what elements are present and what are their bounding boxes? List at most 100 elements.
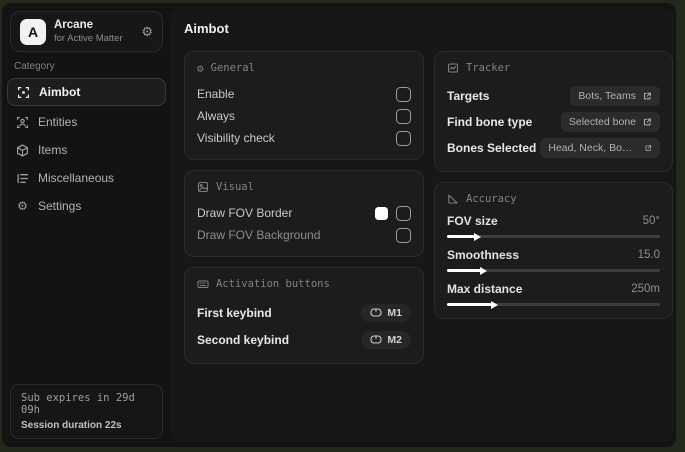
cube-icon <box>16 143 29 157</box>
list-icon <box>16 172 29 185</box>
brand-subtitle: for Active Matter <box>54 32 123 44</box>
main-panel: Aimbot ⚙ General Enable Always Visibilit… <box>171 8 674 442</box>
draw-fov-background-checkbox[interactable] <box>396 227 411 243</box>
activation-card-title: Activation buttons <box>216 278 330 290</box>
sidebar-item-label: Items <box>38 143 68 157</box>
expand-icon <box>644 92 651 100</box>
sub-expires-text: Sub expires in 29d 09h <box>21 392 135 416</box>
category-label: Category <box>14 61 55 72</box>
keybind-value: M1 <box>387 306 402 319</box>
accuracy-card-title: Accuracy <box>466 193 517 205</box>
sidebar-nav: Aimbot Entities Items Miscellaneous ⚙ Se… <box>2 78 171 220</box>
sidebar-item-settings[interactable]: ⚙ Settings <box>2 192 171 220</box>
max-distance-slider[interactable] <box>447 300 660 309</box>
general-gear-icon: ⚙ <box>197 61 204 75</box>
tracker-card-header: Tracker <box>447 62 660 74</box>
general-card: ⚙ General Enable Always Visibility check <box>184 51 424 160</box>
find-bone-type-dropdown[interactable]: Selected bone <box>560 112 660 132</box>
setting-label: Bones Selected <box>447 141 537 155</box>
setting-row-find-bone-type: Find bone type Selected bone <box>447 109 660 135</box>
subscription-card: Sub expires in 29d 09h Session duration … <box>10 384 163 439</box>
image-icon <box>197 181 209 193</box>
slider-label: Smoothness <box>447 248 520 262</box>
setting-row-targets: Targets Bots, Teams <box>447 83 660 109</box>
setting-label: Draw FOV Border <box>197 206 293 220</box>
slider-label: Max distance <box>447 282 523 296</box>
setting-row-draw-fov-border: Draw FOV Border <box>197 202 411 224</box>
setting-row-first-keybind: First keybind M1 <box>197 299 411 326</box>
brand-card: A Arcane for Active Matter ⚙ <box>10 11 163 52</box>
slider-thumb[interactable] <box>480 266 488 275</box>
slider-label: FOV size <box>447 214 498 228</box>
enable-checkbox[interactable] <box>396 86 411 102</box>
setting-label: Enable <box>197 87 235 101</box>
setting-row-enable: Enable <box>197 83 411 105</box>
smoothness-slider-group: Smoothness 15.0 <box>447 248 660 275</box>
slider-thumb[interactable] <box>490 300 498 309</box>
always-checkbox[interactable] <box>396 108 411 124</box>
visual-card-title: Visual <box>216 181 254 193</box>
brand-logo: A <box>20 18 46 45</box>
settings-gear-icon[interactable]: ⚙ <box>141 24 153 40</box>
fov-size-slider[interactable] <box>447 232 660 241</box>
activation-card: Activation buttons First keybind M1 Seco… <box>184 267 424 364</box>
slider-thumb[interactable] <box>473 232 481 241</box>
session-duration-text: Session duration 22s <box>21 420 122 431</box>
sidebar-item-label: Settings <box>38 199 82 213</box>
max-distance-slider-group: Max distance 250m <box>447 282 660 309</box>
expand-icon <box>644 118 651 126</box>
dropdown-value: Selected bone <box>568 116 636 128</box>
draw-fov-border-checkbox[interactable] <box>396 205 411 221</box>
crosshair-scan-icon <box>17 86 30 99</box>
tracker-card: Tracker Targets Bots, Teams Find bone ty… <box>434 51 673 172</box>
app-window: A Arcane for Active Matter ⚙ Category Ai… <box>2 3 676 447</box>
sidebar-item-label: Aimbot <box>39 85 81 99</box>
fov-size-slider-group: FOV size 50° <box>447 214 660 241</box>
sidebar-item-items[interactable]: Items <box>2 136 171 164</box>
setting-row-second-keybind: Second keybind M2 <box>197 326 411 353</box>
accuracy-card-header: Accuracy <box>447 193 660 205</box>
visibility-check-checkbox[interactable] <box>396 130 411 146</box>
dropdown-value: Bots, Teams <box>578 90 636 102</box>
setting-label: Always <box>197 109 236 123</box>
dropdown-value: Head, Neck, Body, Pe... <box>548 142 638 154</box>
fov-border-color-swatch[interactable] <box>375 206 388 220</box>
gear-icon: ⚙ <box>17 199 28 213</box>
content-columns: ⚙ General Enable Always Visibility check… <box>184 51 674 364</box>
sidebar-item-aimbot[interactable]: Aimbot <box>7 78 166 106</box>
setting-label: Second keybind <box>197 332 290 347</box>
expand-icon <box>645 145 652 151</box>
brand-name: Arcane <box>54 18 93 31</box>
slider-value: 250m <box>631 283 660 295</box>
general-card-title: General <box>210 62 255 74</box>
sidebar-item-miscellaneous[interactable]: Miscellaneous <box>2 164 171 192</box>
setting-label: Draw FOV Background <box>197 228 321 242</box>
accuracy-card: Accuracy FOV size 50° Smoothness 15.0 Ma… <box>434 182 673 319</box>
smoothness-slider[interactable] <box>447 266 660 275</box>
setting-row-bones-selected: Bones Selected Head, Neck, Body, Pe... <box>447 135 660 161</box>
bones-selected-dropdown[interactable]: Head, Neck, Body, Pe... <box>540 138 660 158</box>
general-card-header: ⚙ General <box>197 62 411 74</box>
sidebar-item-label: Entities <box>38 115 78 129</box>
brand-text: Arcane for Active Matter <box>54 19 123 44</box>
angle-icon <box>448 194 458 204</box>
first-keybind-button[interactable]: M1 <box>361 303 411 322</box>
targets-dropdown[interactable]: Bots, Teams <box>570 86 660 106</box>
slider-value: 15.0 <box>637 249 660 261</box>
mouse-icon <box>370 335 382 344</box>
keyboard-icon <box>197 280 209 289</box>
setting-label: First keybind <box>197 305 272 320</box>
sidebar-item-entities[interactable]: Entities <box>2 108 171 136</box>
activation-card-header: Activation buttons <box>197 278 411 290</box>
page-title: Aimbot <box>184 21 229 36</box>
second-keybind-button[interactable]: M2 <box>361 330 411 349</box>
setting-label: Find bone type <box>447 115 533 129</box>
setting-label: Visibility check <box>197 131 275 145</box>
visual-card: Visual Draw FOV Border Draw FOV Backgrou… <box>184 170 424 257</box>
person-scan-icon <box>16 116 29 129</box>
left-column: ⚙ General Enable Always Visibility check… <box>184 51 424 364</box>
tracker-icon <box>447 63 459 73</box>
visual-card-header: Visual <box>197 181 411 193</box>
right-column: Tracker Targets Bots, Teams Find bone ty… <box>434 51 673 364</box>
sidebar-item-label: Miscellaneous <box>38 171 115 185</box>
